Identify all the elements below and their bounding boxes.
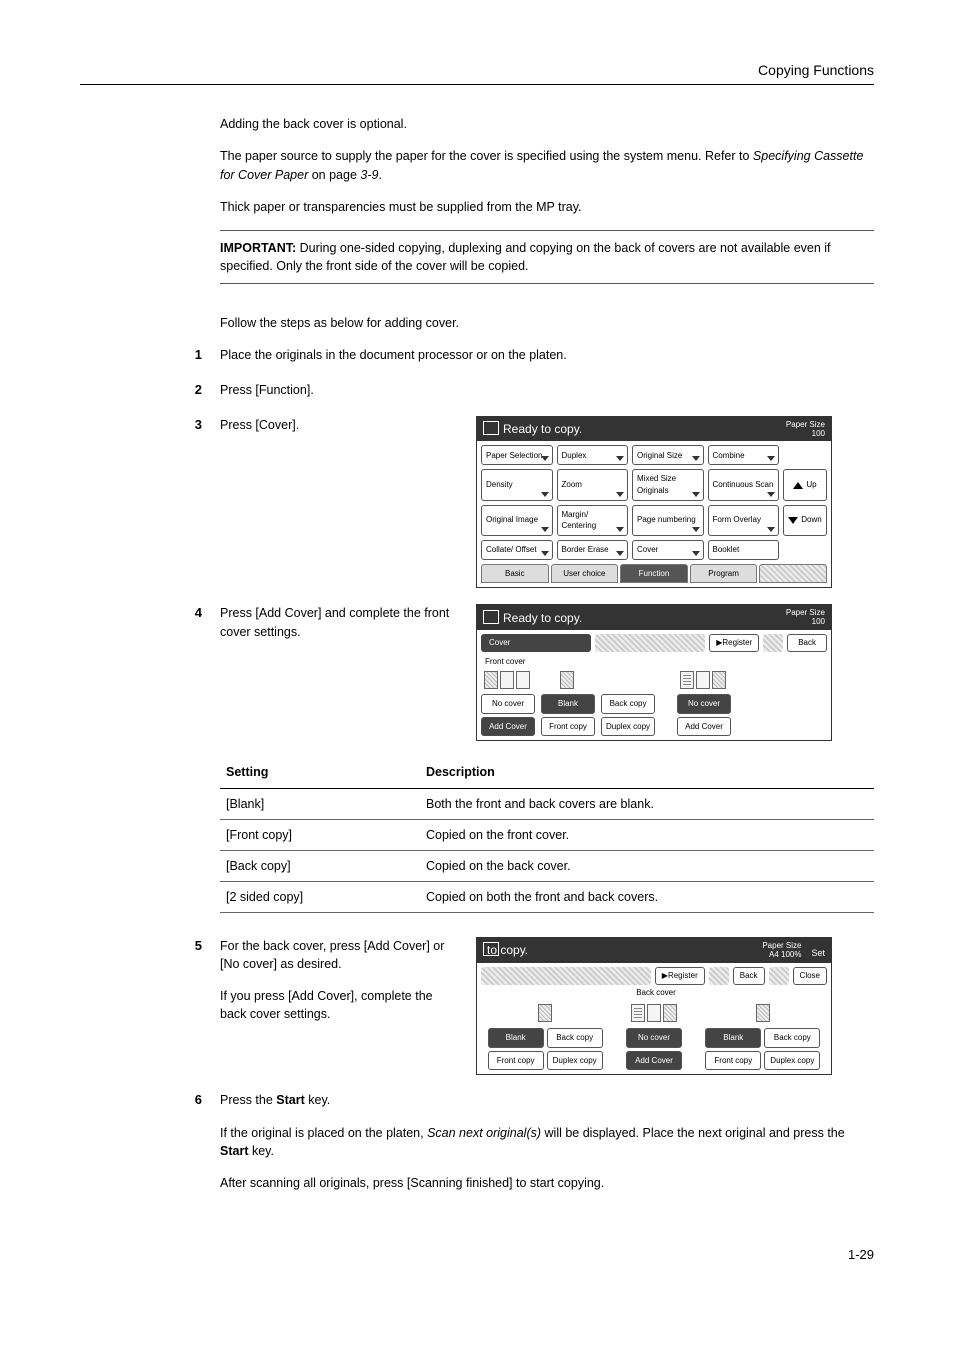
- intro-p3: Thick paper or transparencies must be su…: [220, 198, 874, 216]
- btn-cover[interactable]: Cover: [632, 540, 704, 560]
- tab-program[interactable]: Program: [690, 564, 758, 584]
- btn-add-cover-2[interactable]: Add Cover: [677, 717, 731, 737]
- tab-basic[interactable]: Basic: [481, 564, 549, 584]
- panel-function: Ready to copy. Paper Size100 Paper Selec…: [476, 416, 832, 589]
- tab-user-choice[interactable]: User choice: [551, 564, 619, 584]
- btn-margin-centering[interactable]: Margin/ Centering: [557, 505, 629, 536]
- btn-no-cover[interactable]: No cover: [481, 694, 535, 714]
- step-6: 6 Press the Start key. If the original i…: [80, 1091, 874, 1206]
- panel3-title: to copy.: [483, 942, 528, 959]
- table-row: [2 sided copy]Copied on both the front a…: [220, 881, 874, 912]
- intro-p1: Adding the back cover is optional.: [220, 115, 874, 133]
- step-1: 1 Place the originals in the document pr…: [80, 346, 874, 365]
- intro-p2: The paper source to supply the paper for…: [220, 147, 874, 183]
- btn-density[interactable]: Density: [481, 469, 553, 500]
- btn-original-image[interactable]: Original Image: [481, 505, 553, 536]
- label-cover: Cover: [481, 634, 591, 652]
- tab-function[interactable]: Function: [620, 564, 688, 584]
- icon-nocover: [481, 669, 533, 691]
- btn-down[interactable]: Down: [783, 505, 827, 536]
- btn-duplex-copy[interactable]: Duplex copy: [601, 717, 655, 737]
- step-3: 3 Press [Cover]. Ready to copy. Paper Si…: [80, 416, 874, 589]
- table-row: [Blank]Both the front and back covers ar…: [220, 788, 874, 819]
- btn-register[interactable]: ▶Register: [709, 634, 759, 652]
- btn-add-cover-3[interactable]: Add Cover: [626, 1051, 682, 1071]
- up-icon: [793, 482, 803, 489]
- btn-duplex[interactable]: Duplex: [557, 445, 629, 465]
- btn-collate-offset[interactable]: Collate/ Offset: [481, 540, 553, 560]
- btn-page-numbering[interactable]: Page numbering: [632, 505, 704, 536]
- panel-cover-front: Ready to copy. Paper Size100 Cover ▶Regi…: [476, 604, 832, 741]
- btn-zoom[interactable]: Zoom: [557, 469, 629, 500]
- panel1-title: Ready to copy.: [483, 421, 582, 438]
- page-header: Copying Functions: [80, 60, 874, 85]
- label-back-cover: Back cover: [485, 987, 827, 999]
- btn-back[interactable]: Back: [787, 634, 827, 652]
- header-title: Copying Functions: [758, 62, 874, 78]
- btn-close[interactable]: Close: [793, 967, 827, 985]
- icon-block-1: [519, 1002, 571, 1024]
- btn-combine[interactable]: Combine: [708, 445, 780, 465]
- step-5: 5 For the back cover, press [Add Cover] …: [80, 937, 874, 1075]
- btn-continuous-scan[interactable]: Continuous Scan: [708, 469, 780, 500]
- btn-border-erase[interactable]: Border Erase: [557, 540, 629, 560]
- btn-duplex-copy-3[interactable]: Duplex copy: [547, 1051, 603, 1071]
- btn-add-cover[interactable]: Add Cover: [481, 717, 535, 737]
- follow-text: Follow the steps as below for adding cov…: [220, 314, 874, 332]
- btn-mixed-size[interactable]: Mixed Size Originals: [632, 469, 704, 500]
- important-note: IMPORTANT: During one-sided copying, dup…: [220, 230, 874, 284]
- label-front-cover: Front cover: [485, 656, 827, 668]
- btn-blank-4[interactable]: Blank: [705, 1028, 761, 1048]
- btn-front-copy-4[interactable]: Front copy: [705, 1051, 761, 1071]
- panel2-title: Ready to copy.: [483, 610, 582, 627]
- btn-front-copy-3[interactable]: Front copy: [488, 1051, 544, 1071]
- step-2: 2 Press [Function].: [80, 381, 874, 400]
- icon-block-2: [628, 1002, 680, 1024]
- btn-paper-selection[interactable]: Paper Selection: [481, 445, 553, 465]
- table-row: [Front copy]Copied on the front cover.: [220, 819, 874, 850]
- icon-nocover-2: [677, 669, 729, 691]
- panel-cover-back: to copy. Paper SizeA4 100% Set ▶Register…: [476, 937, 832, 1075]
- btn-up[interactable]: Up: [783, 469, 827, 500]
- step-4: 4 Press [Add Cover] and complete the fro…: [80, 604, 874, 741]
- icon-blank: [541, 669, 593, 691]
- btn-back-copy[interactable]: Back copy: [601, 694, 655, 714]
- btn-back-3[interactable]: Back: [733, 967, 765, 985]
- btn-no-cover-2[interactable]: No cover: [677, 694, 731, 714]
- btn-register-3[interactable]: ▶Register: [655, 967, 705, 985]
- btn-blank-3[interactable]: Blank: [488, 1028, 544, 1048]
- btn-no-cover-3[interactable]: No cover: [626, 1028, 682, 1048]
- table-row: [Back copy]Copied on the back cover.: [220, 850, 874, 881]
- btn-front-copy[interactable]: Front copy: [541, 717, 595, 737]
- btn-form-overlay[interactable]: Form Overlay: [708, 505, 780, 536]
- down-icon: [788, 517, 798, 524]
- btn-original-size[interactable]: Original Size: [632, 445, 704, 465]
- btn-duplex-copy-4[interactable]: Duplex copy: [764, 1051, 820, 1071]
- page-number: 1-29: [80, 1246, 874, 1265]
- icon-block-3: [737, 1002, 789, 1024]
- settings-table: SettingDescription [Blank]Both the front…: [220, 757, 874, 913]
- btn-booklet[interactable]: Booklet: [708, 540, 780, 560]
- btn-back-copy-3[interactable]: Back copy: [547, 1028, 603, 1048]
- btn-back-copy-4[interactable]: Back copy: [764, 1028, 820, 1048]
- btn-blank[interactable]: Blank: [541, 694, 595, 714]
